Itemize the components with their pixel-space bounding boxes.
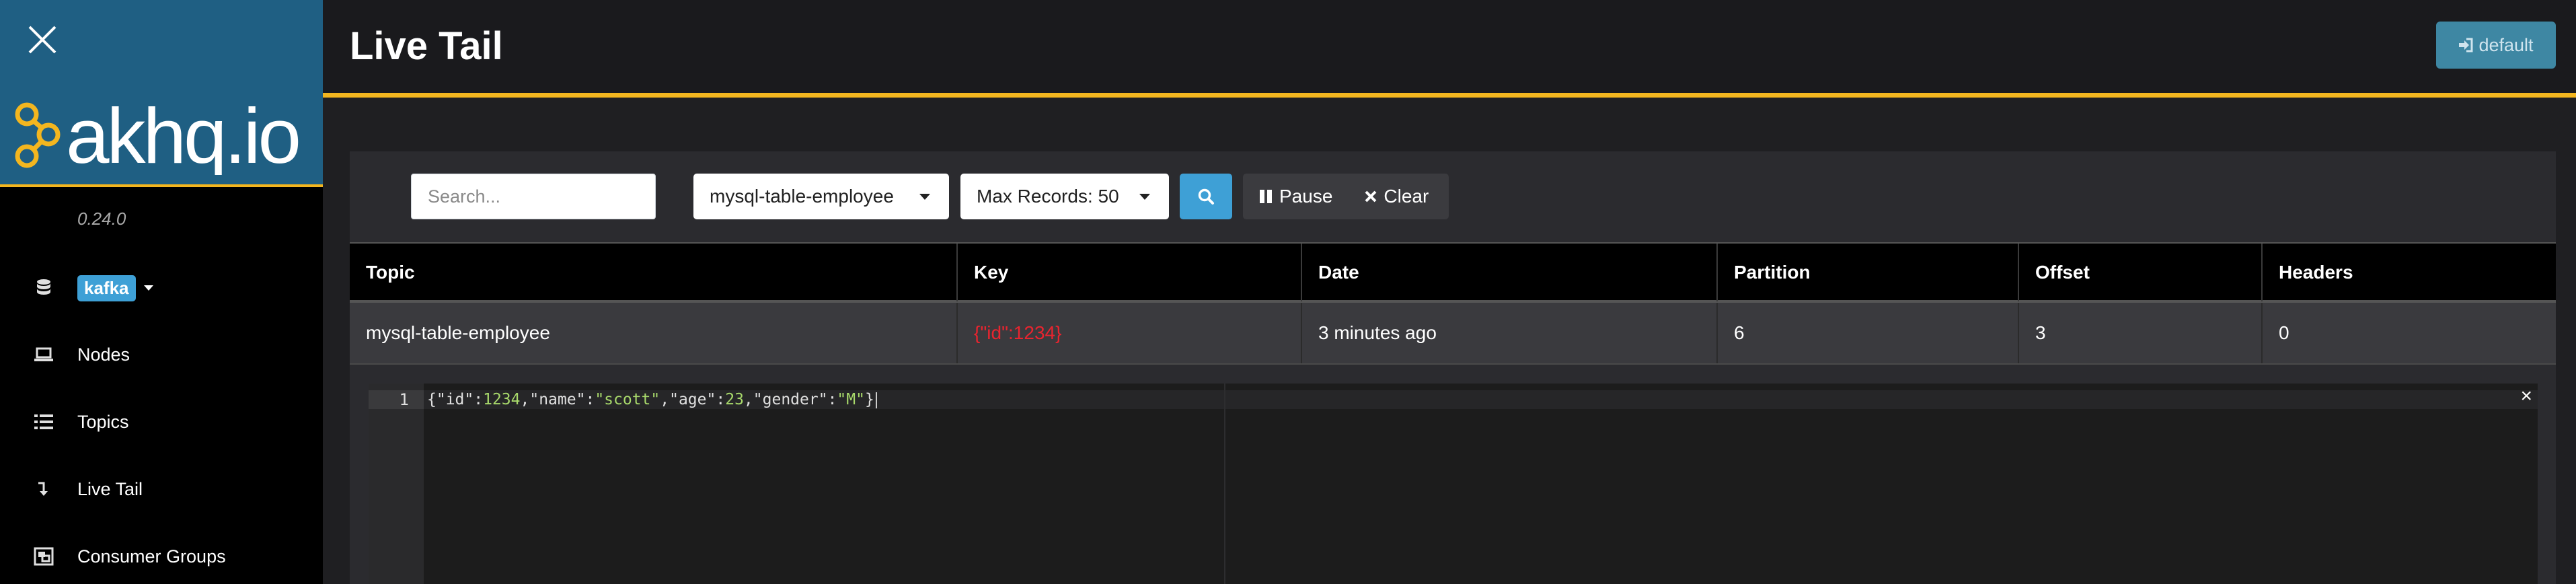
column-header-topic[interactable]: Topic [350, 244, 956, 301]
close-editor-icon[interactable]: × [2520, 385, 2532, 408]
clear-label: Clear [1384, 186, 1429, 207]
sidebar-item-label: Topics [77, 411, 129, 432]
cell-key: {"id":1234} [956, 303, 1301, 363]
laptop-icon [30, 347, 57, 362]
brand-divider [0, 184, 323, 187]
cell-partition: 6 [1716, 303, 2018, 363]
search-button[interactable] [1180, 174, 1232, 219]
cluster-badge[interactable]: kafka [77, 275, 136, 301]
topic-select-value: mysql-table-employee [710, 186, 894, 207]
search-icon [1198, 188, 1214, 205]
header-divider [323, 93, 2576, 98]
sidebar-item-label: Live Tail [77, 478, 143, 499]
logo-text: akhq.io [66, 92, 299, 175]
sidebar-item-label: Nodes [77, 344, 130, 365]
cell-date: 3 minutes ago [1301, 303, 1716, 363]
top-header: Live Tail default [323, 0, 2576, 94]
list-icon [30, 414, 57, 430]
sidebar-item-consumer-groups[interactable]: Consumer Groups [0, 536, 323, 577]
pause-icon [1260, 190, 1272, 203]
level-down-icon [30, 481, 57, 497]
times-icon [1365, 190, 1377, 203]
akhq-logo[interactable]: akhq.io [7, 74, 316, 175]
code-text: {"id":1234,"name":"scott","age":23,"gend… [427, 391, 874, 408]
column-header-partition[interactable]: Partition [1716, 244, 2018, 301]
table-header: Topic Key Date Partition Offset Headers [350, 242, 2556, 303]
editor-gutter [369, 384, 424, 584]
login-label: default [2478, 34, 2534, 55]
cell-topic: mysql-table-employee [366, 322, 550, 343]
column-header-offset[interactable]: Offset [2018, 244, 2261, 301]
pause-button[interactable]: Pause [1243, 174, 1349, 219]
search-input[interactable] [411, 174, 656, 219]
object-group-icon [30, 547, 57, 566]
sidebar-item-nodes[interactable]: Nodes [0, 334, 323, 375]
column-header-headers[interactable]: Headers [2261, 244, 2556, 301]
login-button[interactable]: default [2436, 22, 2556, 69]
chevron-down-icon [919, 194, 930, 200]
chevron-down-icon [1139, 194, 1150, 200]
column-header-date[interactable]: Date [1301, 244, 1716, 301]
clear-button[interactable]: Clear [1349, 174, 1445, 219]
sidebar: akhq.io 0.24.0 kafka Nodes Topics Live T… [0, 0, 323, 584]
line-number: 1 [369, 390, 424, 409]
max-records-value: Max Records: 50 [977, 186, 1119, 207]
toolbar: mysql-table-employee Max Records: 50 Pau… [350, 151, 2556, 242]
text-cursor [875, 392, 877, 408]
page-title: Live Tail [350, 24, 503, 68]
sidebar-item-label: Consumer Groups [77, 546, 226, 567]
live-tail-panel: mysql-table-employee Max Records: 50 Pau… [350, 151, 2556, 584]
cluster-selector[interactable]: kafka [0, 268, 323, 308]
column-header-key[interactable]: Key [956, 244, 1301, 301]
topic-select[interactable]: mysql-table-employee [693, 174, 949, 219]
message-value-editor[interactable]: 1 {"id":1234,"name":"scott","age":23,"ge… [369, 384, 2538, 584]
print-margin [1224, 384, 1225, 584]
close-icon[interactable] [26, 23, 59, 57]
cell-offset: 3 [2018, 303, 2261, 363]
cell-headers: 0 [2261, 303, 2556, 363]
version-label: 0.24.0 [77, 209, 126, 229]
database-icon [30, 279, 57, 297]
sidebar-item-topics[interactable]: Topics [0, 402, 323, 442]
chevron-down-icon[interactable] [143, 285, 153, 291]
sign-in-icon [2459, 38, 2473, 52]
code-line[interactable]: {"id":1234,"name":"scott","age":23,"gend… [424, 390, 2538, 409]
brand-area: akhq.io [0, 0, 323, 184]
pause-label: Pause [1279, 186, 1333, 207]
max-records-select[interactable]: Max Records: 50 [960, 174, 1169, 219]
table-row[interactable]: mysql-table-employee {"id":1234} 3 minut… [350, 303, 2556, 365]
sidebar-item-live-tail[interactable]: Live Tail [0, 469, 323, 509]
stream-controls: Pause Clear [1243, 174, 1449, 219]
